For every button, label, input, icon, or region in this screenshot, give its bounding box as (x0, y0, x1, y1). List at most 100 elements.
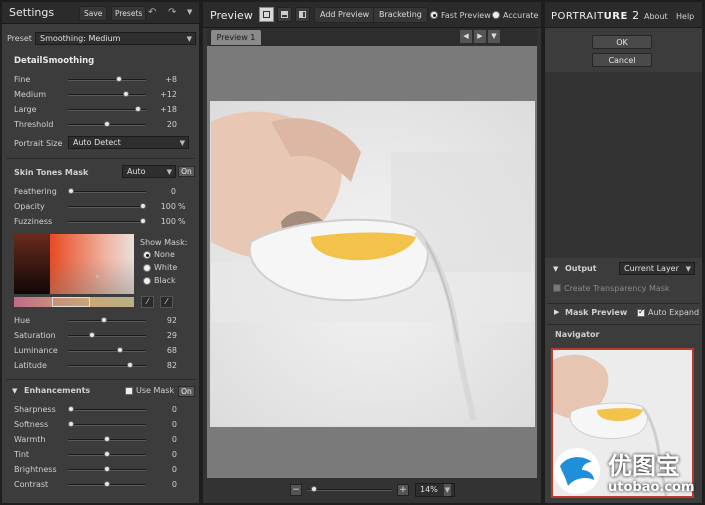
output-collapse-icon[interactable]: ▼ (553, 265, 558, 273)
slider-track[interactable] (68, 76, 146, 82)
presets-button[interactable]: Presets (111, 6, 147, 21)
color-picker-area[interactable] (50, 234, 134, 294)
zoom-in-button[interactable]: + (397, 484, 409, 496)
slider-value: 82 (166, 361, 177, 370)
slider-track[interactable] (68, 466, 146, 472)
slider-track[interactable] (68, 451, 146, 457)
slider-value: 68 (166, 346, 177, 355)
slider-track[interactable] (68, 317, 146, 323)
slider-thumb[interactable] (116, 347, 123, 353)
slider-thumb[interactable] (127, 362, 134, 368)
accurate-radio[interactable] (492, 11, 500, 19)
slider-track[interactable] (68, 347, 146, 353)
detail-smoothing-title: DetailSmoothing (14, 56, 95, 66)
slider-track[interactable] (68, 436, 146, 442)
slider-track[interactable] (68, 406, 146, 412)
slider-thumb[interactable] (104, 121, 110, 127)
menu-chevron-down-icon[interactable]: ▼ (187, 8, 192, 16)
ok-button[interactable]: OK (592, 35, 652, 49)
slider-value: +8 (165, 75, 177, 84)
zoom-slider[interactable] (307, 486, 392, 492)
skin-tones-title: Skin Tones Mask (14, 168, 89, 177)
use-mask-checkbox[interactable] (125, 387, 133, 395)
slider-label: Fine (14, 75, 31, 84)
slider-label: Saturation (14, 331, 56, 340)
slider-track[interactable] (68, 332, 146, 338)
undo-icon[interactable]: ↶ (148, 7, 156, 18)
tab-preview-1[interactable]: Preview 1 (211, 30, 261, 45)
slider-thumb[interactable] (68, 421, 74, 427)
slider-track[interactable] (68, 121, 146, 127)
color-picker-dark-area[interactable] (14, 234, 50, 294)
app-logo-part-a: PORTRAIT (551, 11, 604, 22)
slider-track[interactable] (68, 218, 146, 224)
tab-next-button[interactable]: ▶ (474, 30, 486, 43)
save-button[interactable]: Save (79, 6, 108, 21)
watermark-cn: 优图宝 (608, 452, 680, 480)
cancel-button[interactable]: Cancel (592, 53, 652, 67)
eyedropper-plus-button[interactable]: ⁄ (160, 296, 173, 308)
hue-range-marker[interactable] (52, 297, 90, 307)
split-vertical-button[interactable] (295, 7, 310, 22)
split-horizontal-button[interactable] (277, 7, 292, 22)
zoom-out-button[interactable]: − (290, 484, 302, 496)
slider-track[interactable] (68, 188, 146, 194)
slider-track[interactable] (68, 362, 146, 368)
slider-track[interactable] (68, 106, 146, 112)
output-dropdown[interactable]: Current Layer ▼ (619, 262, 695, 275)
slider-thumb[interactable] (68, 406, 74, 412)
add-preview-button[interactable]: Add Preview (314, 7, 376, 23)
slider-track[interactable] (68, 203, 146, 209)
slider-thumb[interactable] (123, 91, 130, 97)
zoom-dropdown[interactable]: 14% ▼ (415, 483, 455, 497)
skin-mask-on-toggle[interactable]: On (178, 166, 195, 177)
mask-radio-white[interactable] (143, 264, 151, 272)
single-view-button[interactable] (259, 7, 274, 22)
slider-thumb[interactable] (134, 106, 141, 112)
enhancements-on-toggle[interactable]: On (178, 386, 195, 397)
tab-menu-button[interactable]: ▼ (488, 30, 500, 43)
mask-preview-expand-icon[interactable]: ▶ (554, 308, 559, 316)
slider-track[interactable] (68, 91, 146, 97)
portrait-size-dropdown[interactable]: Auto Detect ▼ (68, 136, 189, 149)
auto-expand-checkbox[interactable] (637, 307, 645, 317)
eyedropper-button[interactable]: ⁄ (141, 296, 154, 308)
chevron-down-icon: ▼ (443, 484, 451, 496)
right-panel: PORTRAITURE 2 About Help OK Cancel ▼ Out… (545, 2, 702, 503)
slider-thumb[interactable] (140, 218, 146, 224)
preview-image[interactable] (210, 101, 535, 427)
app-logo-part-b: URE (603, 11, 628, 22)
mask-radio-none[interactable] (143, 251, 151, 259)
slider-thumb[interactable] (101, 317, 108, 323)
create-transparency-checkbox[interactable] (553, 284, 561, 292)
preset-dropdown[interactable]: Smoothing: Medium ▼ (35, 32, 196, 45)
portrait-size-label: Portrait Size (14, 139, 63, 148)
slider-thumb[interactable] (104, 466, 110, 472)
slider-thumb[interactable] (115, 76, 122, 82)
slider-thumb[interactable] (68, 188, 74, 194)
redo-icon[interactable]: ↷ (168, 7, 176, 18)
skin-mode-dropdown[interactable]: Auto ▼ (122, 165, 176, 178)
slider-thumb[interactable] (104, 451, 110, 457)
split-vertical-icon (299, 11, 306, 18)
mask-radio-black[interactable] (143, 277, 151, 285)
fast-preview-radio[interactable] (430, 11, 438, 19)
about-link[interactable]: About (644, 12, 668, 21)
slider-thumb[interactable] (88, 332, 95, 338)
minus-icon: − (292, 485, 300, 495)
accurate-label: Accurate (503, 11, 539, 20)
bracketing-button[interactable]: Bracketing (373, 7, 428, 23)
right-empty-area (545, 72, 702, 258)
zoom-slider-thumb[interactable] (310, 486, 317, 492)
slider-label: Opacity (14, 202, 45, 211)
slider-track[interactable] (68, 421, 146, 427)
slider-thumb[interactable] (104, 481, 110, 487)
slider-thumb[interactable] (140, 203, 146, 209)
slider-thumb[interactable] (104, 436, 110, 442)
chevron-right-icon: ▶ (477, 32, 483, 40)
slider-value: 92 (166, 316, 177, 325)
enhancements-collapse-icon[interactable]: ▼ (12, 387, 17, 395)
tab-prev-button[interactable]: ◀ (460, 30, 472, 43)
slider-track[interactable] (68, 481, 146, 487)
help-link[interactable]: Help (676, 12, 694, 21)
